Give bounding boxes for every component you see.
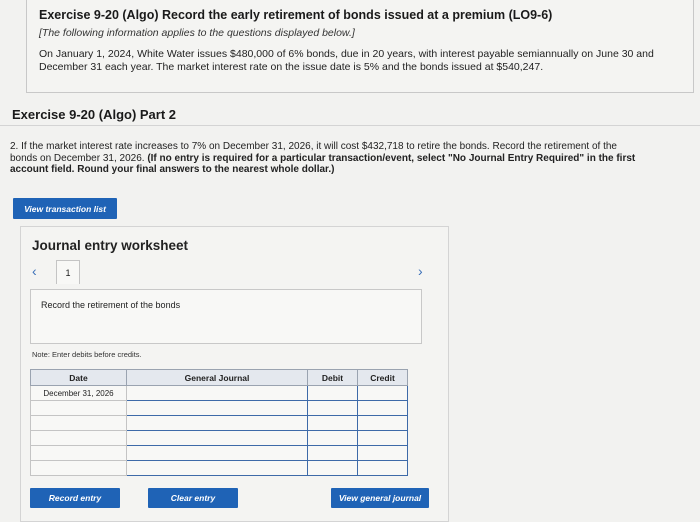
table-row xyxy=(30,415,408,431)
account-input[interactable] xyxy=(126,415,308,431)
account-input[interactable] xyxy=(126,385,308,401)
clear-entry-button[interactable]: Clear entry xyxy=(148,488,238,508)
table-row xyxy=(30,400,408,416)
table-row xyxy=(30,460,408,476)
table-row xyxy=(30,430,408,446)
date-cell xyxy=(30,400,127,416)
exercise-title: Exercise 9-20 (Algo) Record the early re… xyxy=(39,8,553,22)
chevron-left-icon[interactable]: ‹ xyxy=(32,263,37,279)
account-input[interactable] xyxy=(126,445,308,461)
record-prompt-box: Record the retirement of the bonds xyxy=(30,289,422,344)
credit-header: Credit xyxy=(357,369,408,386)
account-input[interactable] xyxy=(126,460,308,476)
date-cell xyxy=(30,415,127,431)
exercise-description: On January 1, 2024, White Water issues $… xyxy=(39,48,654,73)
debits-note: Note: Enter debits before credits. xyxy=(32,350,142,359)
journal-table-header: Date General Journal Debit Credit xyxy=(30,369,408,386)
section-divider xyxy=(0,125,700,126)
date-cell: December 31, 2026 xyxy=(30,385,127,401)
record-prompt: Record the retirement of the bonds xyxy=(41,300,181,310)
credit-input[interactable] xyxy=(357,415,408,431)
date-cell xyxy=(30,445,127,461)
date-header: Date xyxy=(30,369,127,386)
record-entry-button[interactable]: Record entry xyxy=(30,488,120,508)
part-title: Exercise 9-20 (Algo) Part 2 xyxy=(12,107,177,122)
account-input[interactable] xyxy=(126,430,308,446)
worksheet-title: Journal entry worksheet xyxy=(32,238,189,253)
chevron-right-icon[interactable]: › xyxy=(418,263,423,279)
exercise-header: Exercise 9-20 (Algo) Record the early re… xyxy=(26,0,694,93)
table-row: December 31, 2026 xyxy=(30,385,408,401)
credit-input[interactable] xyxy=(357,430,408,446)
date-cell xyxy=(30,430,127,446)
view-general-journal-button[interactable]: View general journal xyxy=(331,488,429,508)
credit-input[interactable] xyxy=(357,445,408,461)
debit-input[interactable] xyxy=(307,445,358,461)
credit-input[interactable] xyxy=(357,460,408,476)
debit-input[interactable] xyxy=(307,400,358,416)
general-journal-header: General Journal xyxy=(126,369,308,386)
credit-input[interactable] xyxy=(357,400,408,416)
view-transaction-list-button[interactable]: View transaction list xyxy=(13,198,117,219)
credit-input[interactable] xyxy=(357,385,408,401)
worksheet-page-tab[interactable]: 1 xyxy=(56,260,80,284)
debit-input[interactable] xyxy=(307,385,358,401)
table-row xyxy=(30,445,408,461)
account-input[interactable] xyxy=(126,400,308,416)
exercise-subtitle: [The following information applies to th… xyxy=(39,27,355,39)
debit-input[interactable] xyxy=(307,460,358,476)
debit-input[interactable] xyxy=(307,415,358,431)
debit-input[interactable] xyxy=(307,430,358,446)
date-cell xyxy=(30,460,127,476)
journal-table: Date General Journal Debit Credit Decemb… xyxy=(30,369,408,476)
debit-header: Debit xyxy=(307,369,358,386)
question-text: 2. If the market interest rate increases… xyxy=(10,141,638,176)
